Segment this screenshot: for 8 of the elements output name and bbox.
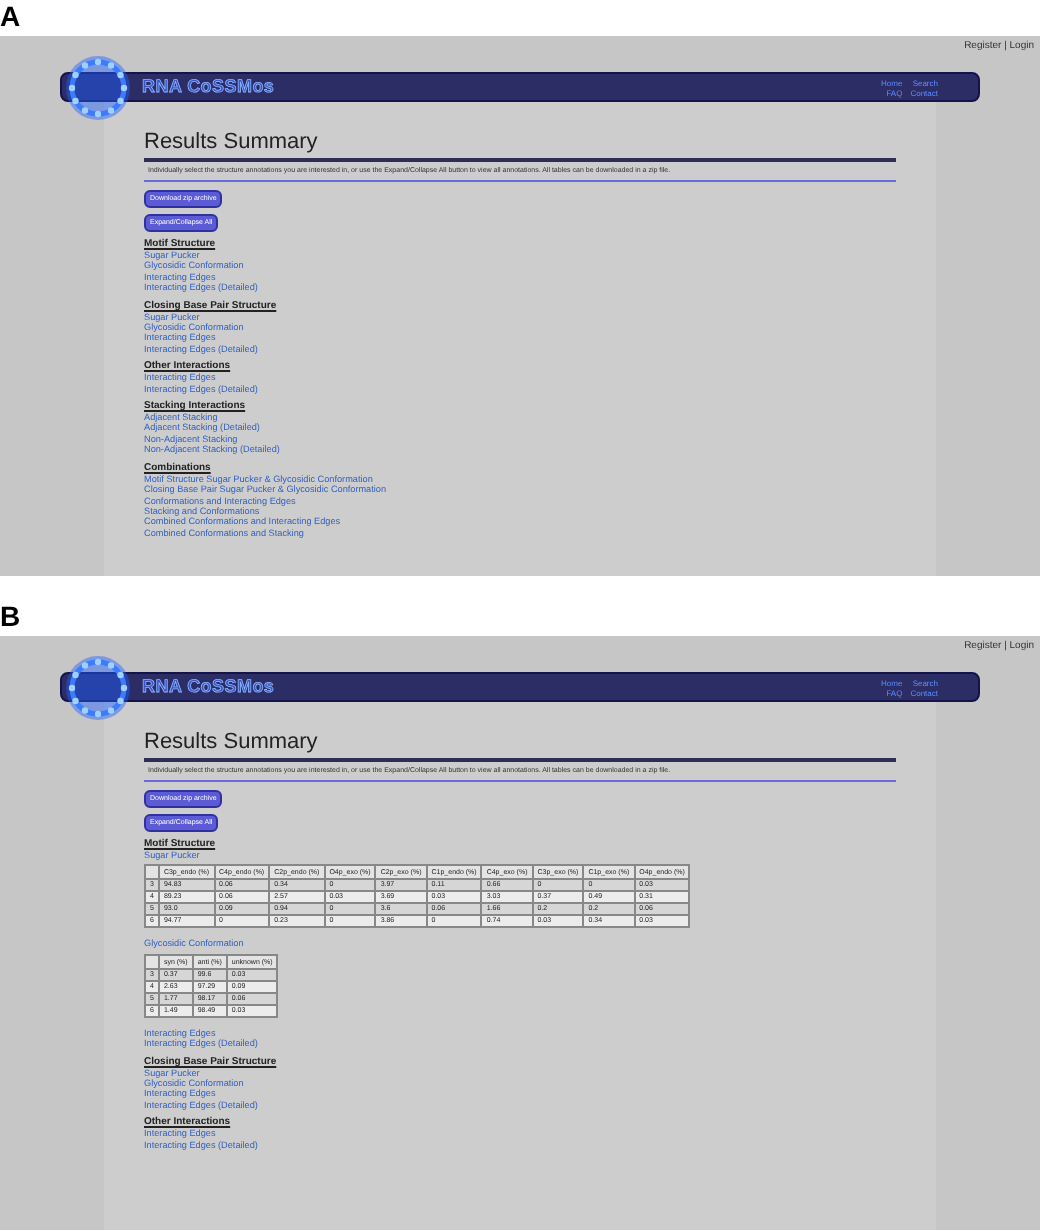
panel-label: B [0,600,21,632]
page-title: Results Summary [144,730,896,762]
logo-icon [64,54,132,122]
site-logo-text[interactable]: RNA CoSSMos [142,678,275,696]
panel-label: A [0,0,21,32]
page-title: Results Summary [144,130,896,162]
site-logo-text[interactable]: RNA CoSSMos [142,78,275,96]
logo-icon [64,654,132,722]
